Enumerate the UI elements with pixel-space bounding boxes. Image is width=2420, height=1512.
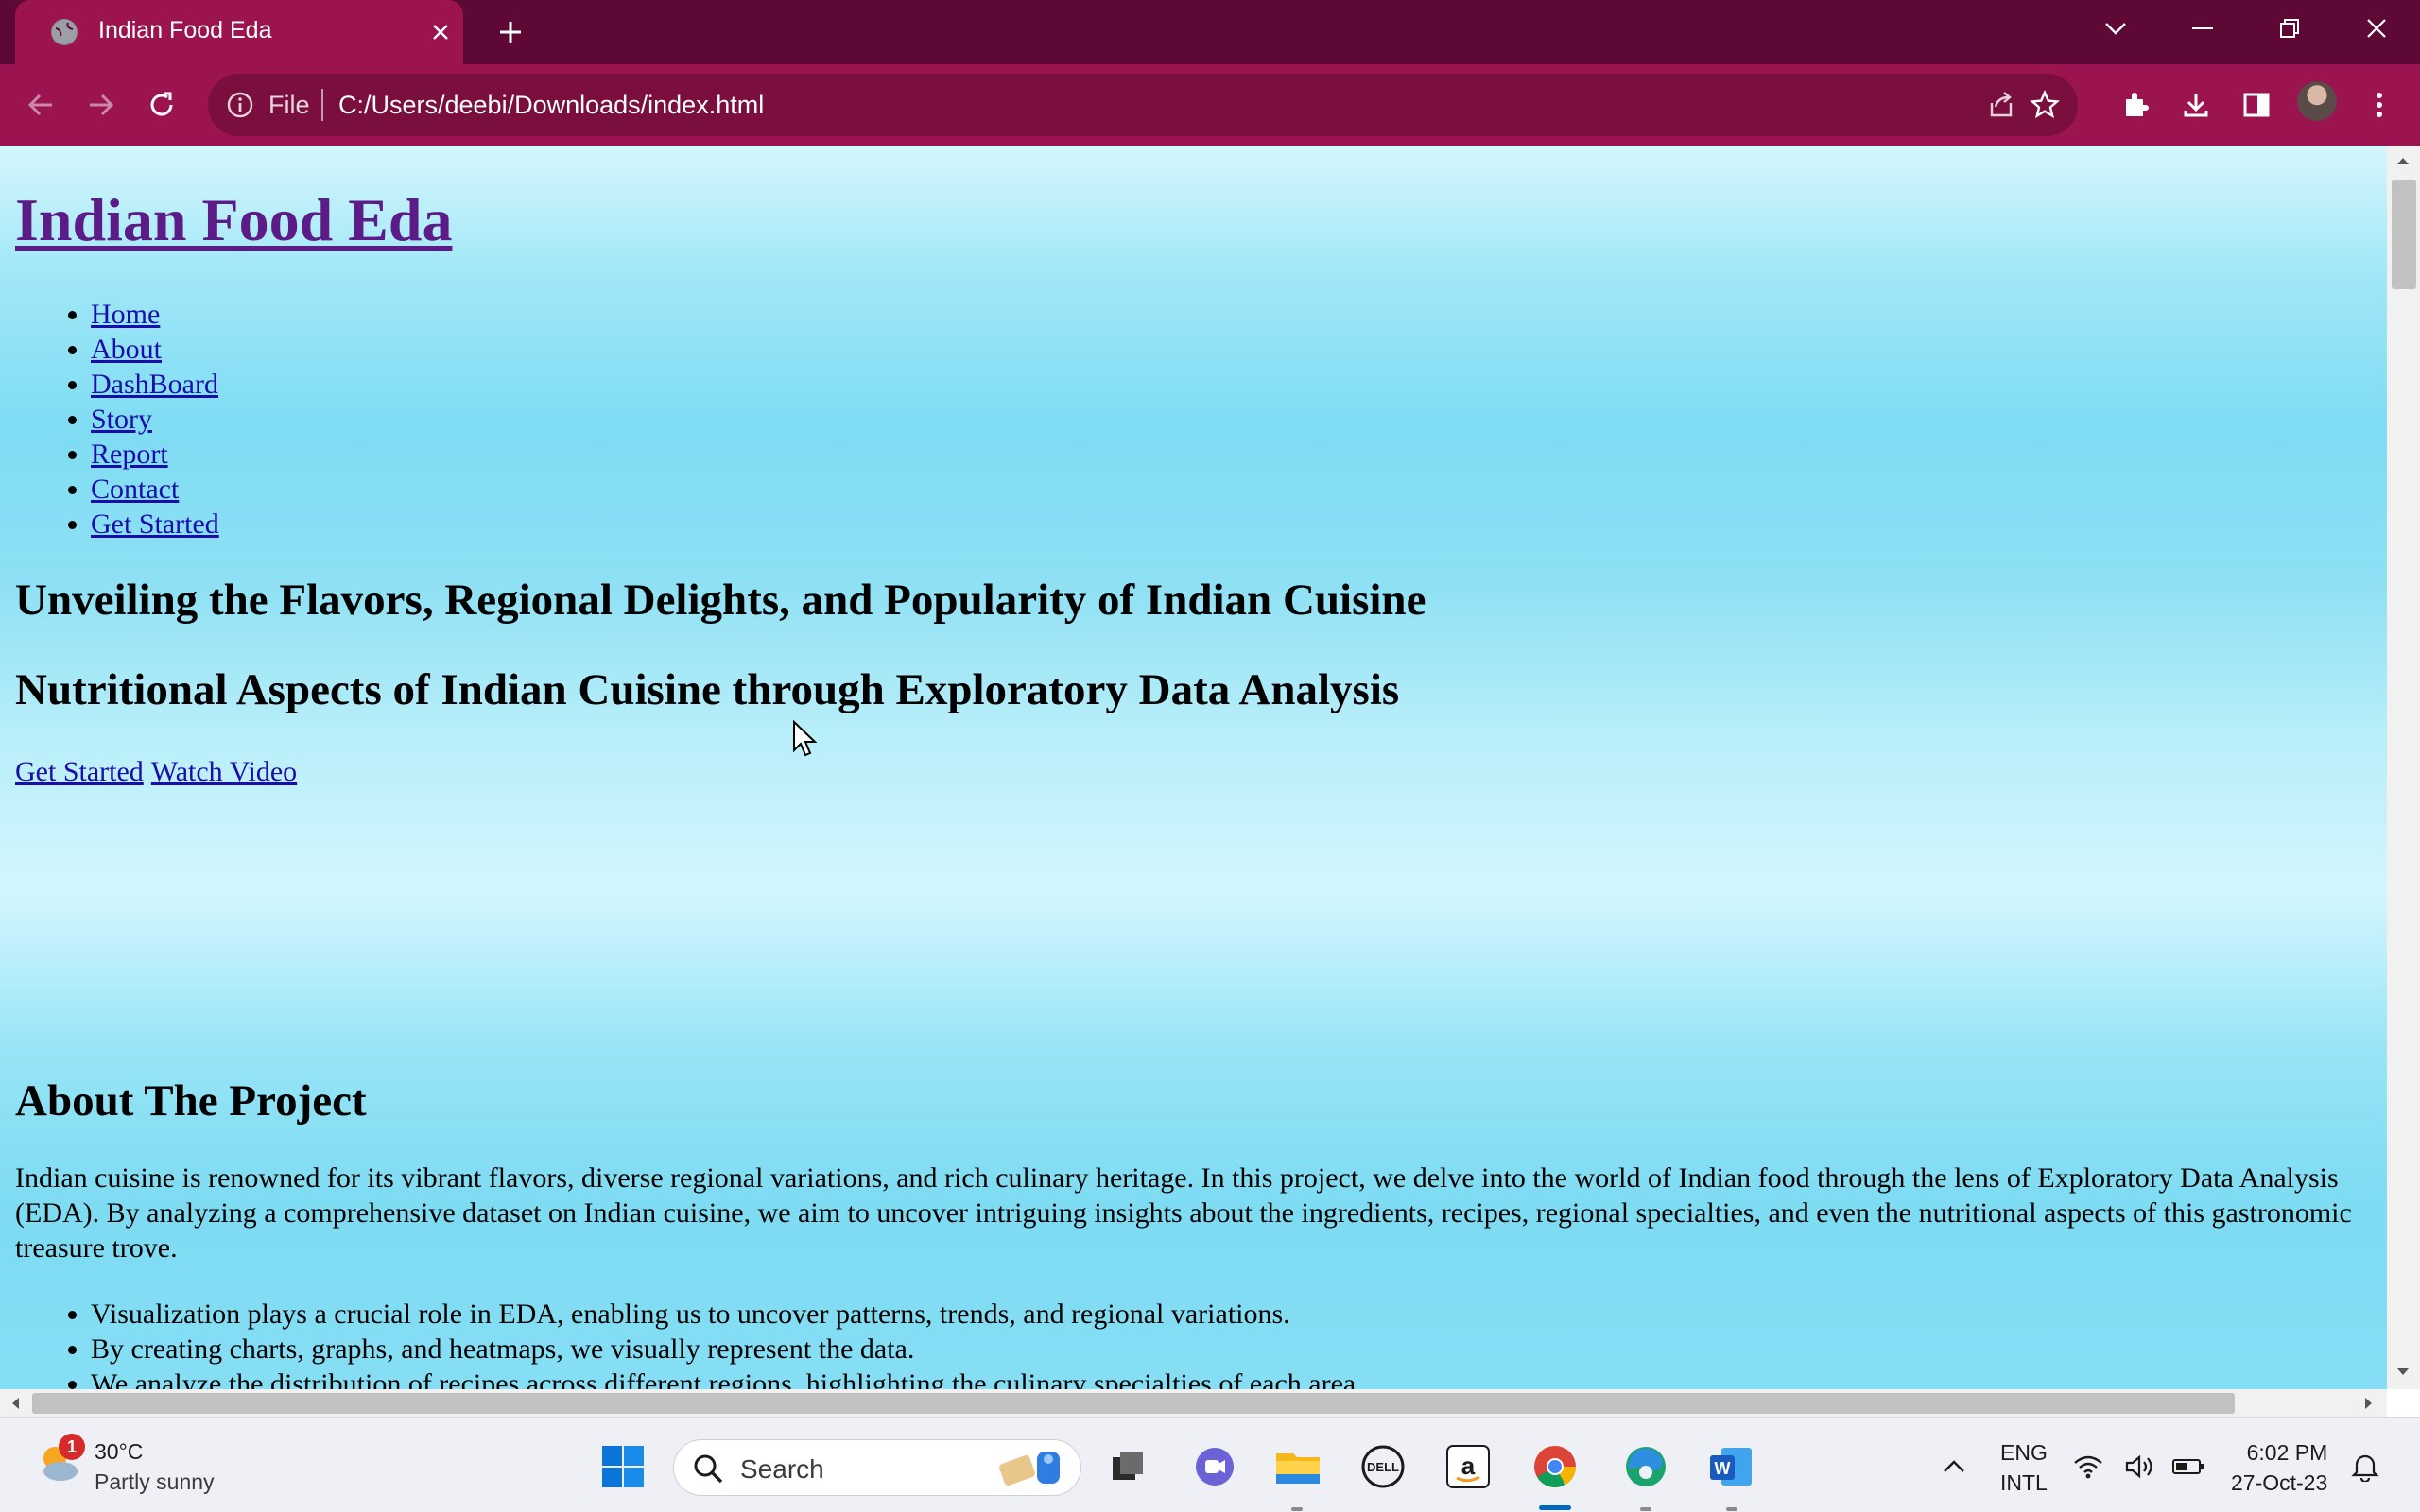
clock[interactable]: 6:02 PM 27-Oct-23	[2231, 1437, 2327, 1498]
nav-link-dashboard[interactable]: DashBoard	[91, 369, 218, 400]
weather-description[interactable]: Partly sunny	[95, 1469, 215, 1495]
nav-link-home[interactable]: Home	[91, 299, 160, 330]
share-icon[interactable]	[1983, 87, 2019, 123]
about-section-title: About The Project	[15, 1076, 367, 1125]
tab-search-chevron-icon[interactable]	[2089, 6, 2142, 51]
amazon-icon[interactable]: a	[1443, 1441, 1494, 1492]
word-icon[interactable]: W	[1705, 1441, 1756, 1492]
mouse-cursor-icon	[793, 720, 817, 757]
svg-text:W: W	[1715, 1459, 1731, 1478]
nav-item-story: Story	[91, 402, 219, 437]
notification-bell-icon[interactable]	[2344, 1441, 2386, 1492]
globe-icon	[51, 19, 78, 45]
active-app-indicator	[1539, 1505, 1571, 1510]
omnibox-divider	[321, 89, 323, 121]
keyboard-layout: INTL	[2000, 1470, 2048, 1495]
nav-link-contact[interactable]: Contact	[91, 473, 179, 505]
teams-chat-icon[interactable]	[1189, 1441, 1240, 1492]
running-indicator	[1640, 1507, 1651, 1511]
battery-icon[interactable]	[2170, 1441, 2206, 1492]
task-view-icon[interactable]	[1102, 1441, 1153, 1492]
extensions-icon[interactable]	[2114, 83, 2157, 127]
download-icon[interactable]	[2174, 83, 2218, 127]
nav-link-about[interactable]: About	[91, 334, 162, 365]
windows-start-icon[interactable]	[597, 1441, 648, 1492]
vertical-scrollbar[interactable]	[2387, 146, 2420, 1389]
nav-item-home: Home	[91, 297, 219, 332]
horizontal-scroll-thumb[interactable]	[32, 1393, 2235, 1414]
vertical-scroll-thumb[interactable]	[2392, 180, 2416, 289]
weather-notification-badge: 1	[59, 1434, 85, 1460]
url-scheme-label: File	[268, 91, 310, 119]
chevron-up-icon[interactable]	[1928, 1441, 1979, 1492]
star-icon[interactable]	[2027, 87, 2063, 123]
wifi-icon[interactable]	[2070, 1441, 2106, 1492]
nav-item-about: About	[91, 332, 219, 367]
nav-item-report: Report	[91, 437, 219, 472]
nav-item-contact: Contact	[91, 472, 219, 507]
hero-cta-row: Get Started Watch Video	[15, 756, 304, 788]
clock-date: 27-Oct-23	[2231, 1470, 2328, 1495]
minimize-button[interactable]	[2176, 6, 2229, 51]
restore-button[interactable]	[2263, 6, 2316, 51]
running-indicator	[1291, 1507, 1303, 1511]
forward-icon[interactable]	[79, 83, 123, 127]
url-text[interactable]: C:/Users/deebi/Downloads/index.html	[338, 91, 764, 120]
watch-video-link[interactable]: Watch Video	[151, 756, 297, 787]
browser-tab-active[interactable]: Indian Food Eda	[15, 0, 463, 64]
search-placeholder: Search	[740, 1454, 824, 1484]
hero-subheadline: Nutritional Aspects of Indian Cuisine th…	[15, 665, 1400, 714]
side-panel-icon[interactable]	[2235, 83, 2278, 127]
nav-link-get-started[interactable]: Get Started	[91, 508, 219, 540]
nav-link-report[interactable]: Report	[91, 438, 168, 470]
language-indicator[interactable]: ENG INTL	[2000, 1437, 2048, 1498]
back-icon[interactable]	[19, 83, 62, 127]
about-points-list: Visualization plays a crucial role in ED…	[15, 1297, 1363, 1389]
browser-toolbar: File C:/Users/deebi/Downloads/index.html	[0, 64, 2420, 146]
nav-link-story[interactable]: Story	[91, 404, 152, 435]
running-indicator	[1726, 1507, 1737, 1511]
about-paragraph: Indian cuisine is renowned for its vibra…	[15, 1162, 2352, 1263]
scroll-up-icon[interactable]	[2394, 151, 2412, 170]
scroll-right-icon[interactable]	[2360, 1394, 2378, 1413]
svg-text:a: a	[1461, 1452, 1476, 1480]
hero-headline: Unveiling the Flavors, Regional Delights…	[15, 576, 1426, 625]
browser-titlebar: Indian Food Eda	[0, 0, 2420, 64]
info-icon[interactable]	[225, 90, 255, 120]
close-window-button[interactable]	[2350, 6, 2403, 51]
svg-text:DELL: DELL	[1367, 1460, 1399, 1474]
new-tab-button[interactable]	[492, 13, 529, 51]
page-viewport: Indian Food Eda Home About DashBoard Sto…	[0, 146, 2387, 1389]
windows-taskbar: 1 30°C Partly sunny Search DELL a W ENG …	[0, 1418, 2420, 1512]
site-title-link[interactable]: Indian Food Eda	[15, 185, 452, 255]
scroll-down-icon[interactable]	[2394, 1363, 2412, 1382]
list-item: Visualization plays a crucial role in ED…	[91, 1297, 1363, 1332]
taskbar-search-box[interactable]: Search	[673, 1439, 1081, 1496]
chrome-icon[interactable]	[1530, 1441, 1581, 1492]
list-item: We analyze the distribution of recipes a…	[91, 1366, 1363, 1389]
search-highlight-illustration-icon	[999, 1452, 1060, 1486]
reload-icon[interactable]	[140, 83, 183, 127]
weather-temperature[interactable]: 30°C	[95, 1439, 143, 1465]
search-icon	[694, 1454, 723, 1484]
get-started-link[interactable]: Get Started	[15, 756, 144, 787]
list-item: By creating charts, graphs, and heatmaps…	[91, 1332, 1363, 1366]
clock-time: 6:02 PM	[2246, 1440, 2328, 1465]
volume-icon[interactable]	[2123, 1441, 2159, 1492]
nav-item-get-started: Get Started	[91, 507, 219, 541]
main-nav: Home About DashBoard Story Report Contac…	[15, 297, 219, 541]
dell-icon[interactable]: DELL	[1357, 1441, 1409, 1492]
language-code: ENG	[2000, 1440, 2048, 1465]
profile-avatar[interactable]	[2297, 81, 2337, 121]
scroll-left-icon[interactable]	[6, 1394, 25, 1413]
address-bar[interactable]: File C:/Users/deebi/Downloads/index.html	[208, 74, 2078, 136]
edge-icon[interactable]	[1620, 1441, 1671, 1492]
nav-item-dashboard: DashBoard	[91, 367, 219, 402]
more-menu-icon[interactable]	[2358, 83, 2401, 127]
tab-title: Indian Food Eda	[98, 17, 272, 43]
close-icon[interactable]	[422, 13, 459, 51]
file-explorer-icon[interactable]	[1272, 1441, 1323, 1492]
